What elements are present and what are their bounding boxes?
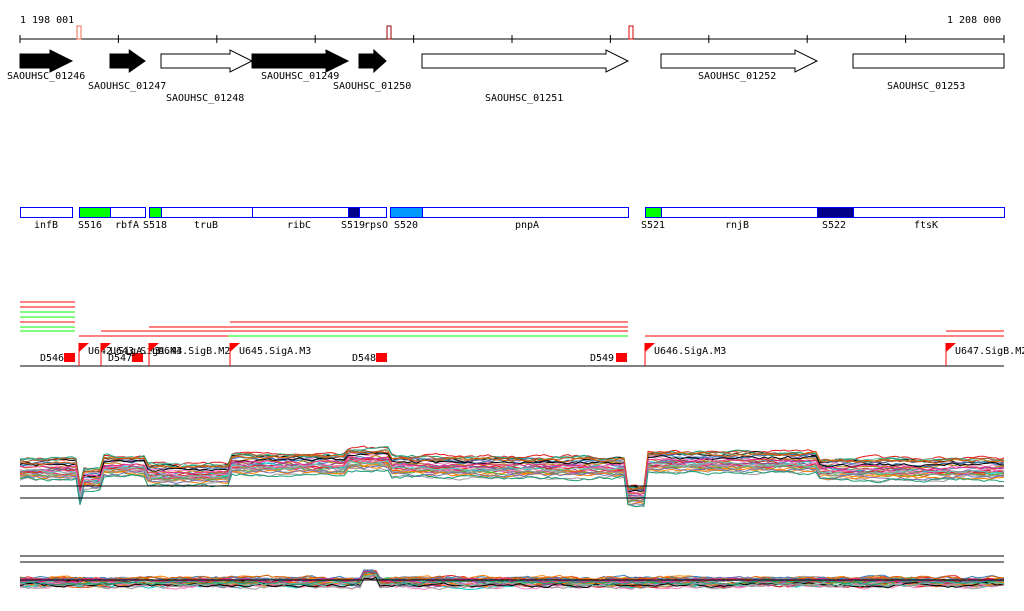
segment-infb[interactable]: infB	[20, 207, 73, 232]
segment-s516[interactable]: S516	[78, 207, 111, 232]
segment-label: ribC	[287, 220, 311, 231]
gene-arrow	[660, 49, 819, 73]
gene-arrow	[251, 49, 350, 73]
segment-label: rpsO	[364, 220, 388, 231]
segment-box	[359, 207, 387, 218]
promoter-label: U645.SigA.M3	[239, 346, 311, 357]
gene-arrow	[358, 48, 387, 74]
segment-box	[390, 207, 423, 218]
gene-saouhsc_01252[interactable]: SAOUHSC_01252	[660, 49, 819, 82]
segment-box	[348, 207, 360, 218]
terminator-label: D548	[352, 353, 376, 364]
segment-box	[161, 207, 253, 218]
segment-label: ftsK	[914, 220, 938, 231]
segment-box	[661, 207, 818, 218]
gene-label: SAOUHSC_01248	[166, 93, 244, 104]
gene-arrow	[160, 49, 254, 73]
terminator-icon	[376, 353, 387, 362]
coordinate-axis: 1 198 001 1 208 000	[19, 15, 1005, 43]
segment-label: rnjB	[725, 220, 749, 231]
terminator-label: D546	[40, 353, 64, 364]
segment-box	[20, 207, 73, 218]
gene-arrow	[19, 49, 74, 73]
gene-label: SAOUHSC_01252	[698, 71, 776, 82]
promoter-label: U644.SigB.M2	[158, 346, 230, 357]
segment-s522[interactable]: S522	[817, 207, 854, 232]
gene-label: SAOUHSC_01246	[7, 71, 85, 82]
promoter-label: U647.SigB.M2	[955, 346, 1024, 357]
expression-track-2	[19, 555, 1005, 591]
gene-label: SAOUHSC_01251	[485, 93, 563, 104]
segment-pnpa[interactable]: pnpA	[422, 207, 629, 232]
segment-label: pnpA	[515, 220, 539, 231]
marker	[386, 25, 392, 40]
segment-box	[252, 207, 349, 218]
segment-rpso[interactable]: rpsO	[359, 207, 389, 232]
segment-ftsk[interactable]: ftsK	[853, 207, 1005, 232]
terminator-icon	[616, 353, 627, 362]
promoter-label: U646.SigA.M3	[654, 346, 726, 357]
segment-label: S520	[394, 220, 418, 231]
gene-label: SAOUHSC_01249	[261, 71, 339, 82]
segment-rbfa[interactable]: rbfA	[110, 207, 146, 232]
segment-label: S521	[641, 220, 665, 231]
segment-label: rbfA	[115, 220, 139, 231]
segment-label: S516	[78, 220, 102, 231]
segment-rnjb[interactable]: rnjB	[661, 207, 818, 232]
gene-saouhsc_01251[interactable]: SAOUHSC_01251	[421, 49, 630, 104]
gene-label: SAOUHSC_01247	[88, 81, 166, 92]
segment-box	[853, 207, 1005, 218]
segment-track: infB S516 rbfA S518 truB ribC S519rpsO S520 pnpA…	[20, 207, 1005, 232]
gene-arrow	[421, 49, 630, 73]
segment-box	[149, 207, 162, 218]
segment-trub[interactable]: truB	[161, 207, 253, 232]
gene-label: SAOUHSC_01250	[333, 81, 411, 92]
gene-saouhsc_01246[interactable]: SAOUHSC_01246	[7, 49, 85, 82]
segment-label: infB	[34, 220, 58, 231]
gene-saouhsc_01249[interactable]: SAOUHSC_01249	[251, 49, 350, 82]
gene-arrow	[852, 53, 1005, 69]
segment-label: S519	[341, 220, 365, 231]
genome-browser-view[interactable]: 1 198 001 1 208 000 SAOUHSC_01246SAOUHSC…	[0, 0, 1024, 611]
segment-box	[422, 207, 629, 218]
segment-box	[79, 207, 111, 218]
gene-arrow	[109, 49, 146, 73]
segment-s520[interactable]: S520	[390, 207, 423, 232]
segment-box	[817, 207, 854, 218]
marker	[628, 25, 634, 40]
segment-ribc[interactable]: ribC	[252, 207, 349, 232]
segment-label: S522	[822, 220, 846, 231]
segment-label: S518	[143, 220, 167, 231]
gene-saouhsc_01250[interactable]: SAOUHSC_01250	[333, 48, 411, 92]
axis-start-label: 1 198 001	[20, 15, 74, 26]
axis-end-label: 1 208 000	[947, 15, 1001, 26]
promoter-terminator-track: D546 D547 D548 D549U642.SigA.M3U643.SigA.M3…	[20, 301, 1024, 367]
marker	[76, 25, 82, 40]
gene-label: SAOUHSC_01253	[887, 81, 965, 92]
gene-saouhsc_01247[interactable]: SAOUHSC_01247	[88, 49, 166, 92]
expression-track-1	[19, 445, 1005, 508]
segment-label: truB	[194, 220, 218, 231]
segment-box	[645, 207, 662, 218]
terminator-label: D549	[590, 353, 614, 364]
gene-track: SAOUHSC_01246SAOUHSC_01247SAOUHSC_01248 S…	[7, 48, 1005, 104]
terminator-icon	[64, 353, 75, 362]
gene-saouhsc_01253[interactable]: SAOUHSC_01253	[852, 53, 1005, 92]
segment-box	[110, 207, 146, 218]
gene-saouhsc_01248[interactable]: SAOUHSC_01248	[160, 49, 254, 104]
